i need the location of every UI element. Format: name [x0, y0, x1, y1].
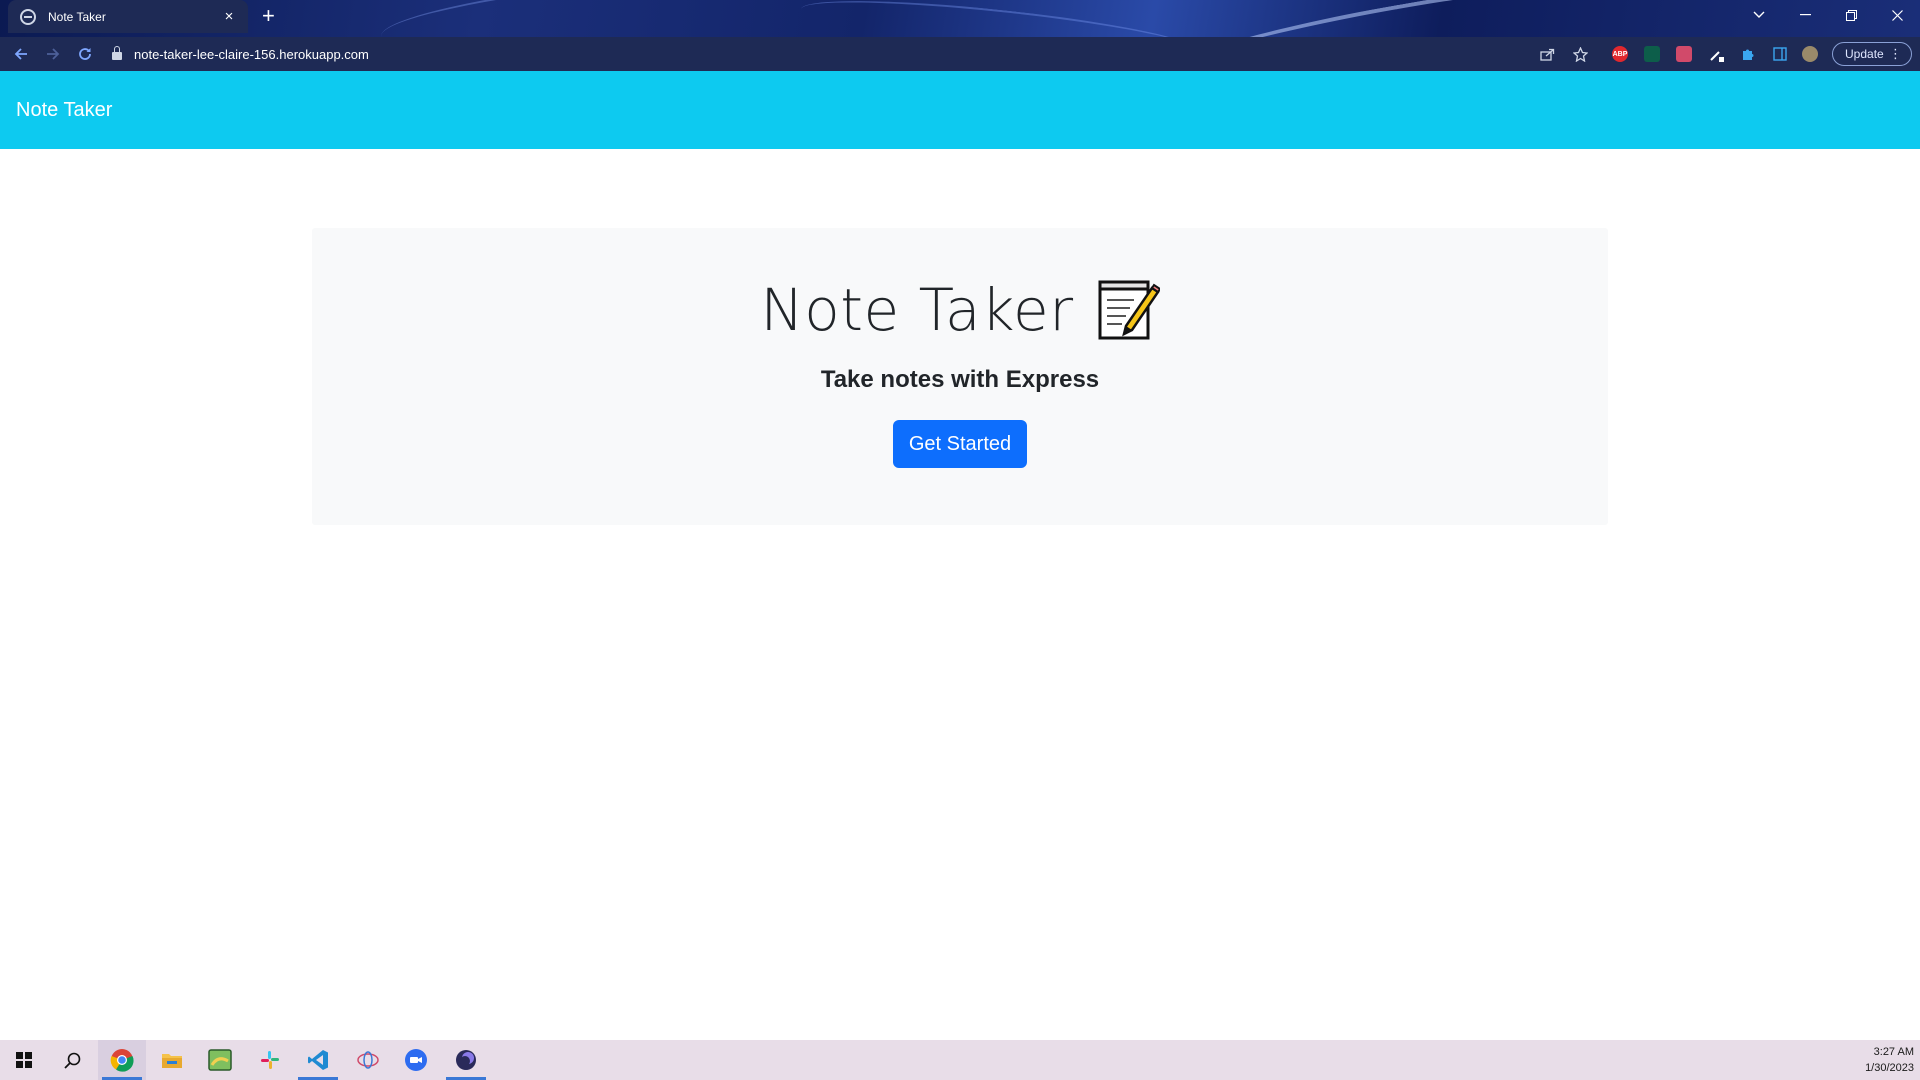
browser-titlebar: Note Taker × + [0, 0, 1920, 37]
bookmark-star-icon[interactable] [1572, 46, 1588, 62]
get-started-button[interactable]: Get Started [893, 420, 1027, 468]
search-icon[interactable] [48, 1040, 96, 1080]
reload-icon [79, 48, 91, 60]
system-clock[interactable]: 3:27 AM 1/30/2023 [1865, 1044, 1914, 1076]
menu-dots-icon[interactable]: ⋮ [1889, 46, 1902, 62]
maps-icon[interactable] [196, 1040, 244, 1080]
adblock-icon[interactable]: ABP [1612, 46, 1628, 62]
puzzle-icon[interactable] [1740, 46, 1756, 62]
tab-title: Note Taker [48, 9, 106, 24]
page-subtitle: Take notes with Express [820, 366, 1100, 393]
avatar[interactable] [1802, 46, 1818, 62]
vscode-icon[interactable] [294, 1040, 342, 1080]
tab-search-icon[interactable] [1736, 0, 1782, 30]
lock-icon [112, 46, 122, 60]
jumbotron: Note Taker Take notes with Express Get S… [312, 228, 1608, 525]
wallpaper-swoosh [1148, 0, 1652, 37]
minimize-button[interactable] [1782, 0, 1828, 30]
browser-tab[interactable]: Note Taker × [8, 0, 248, 33]
memo-icon [1098, 280, 1160, 340]
site-navbar: Note Taker [0, 71, 1920, 149]
sidepanel-icon[interactable] [1772, 46, 1788, 62]
slack-icon[interactable] [246, 1040, 294, 1080]
restore-button[interactable] [1828, 0, 1874, 30]
chrome-icon[interactable] [98, 1040, 146, 1080]
url-text[interactable]: note-taker-lee-claire-156.herokuapp.com [134, 47, 369, 62]
extension-icon[interactable] [1644, 46, 1660, 62]
browser-toolbar: note-taker-lee-claire-156.herokuapp.com … [0, 37, 1920, 71]
windows-taskbar: 3:27 AM 1/30/2023 [0, 1040, 1920, 1080]
clock-date: 1/30/2023 [1865, 1062, 1914, 1074]
clock-time: 3:27 AM [1873, 1046, 1914, 1058]
reload-button[interactable] [74, 43, 96, 65]
update-label: Update [1845, 47, 1884, 61]
close-window-button[interactable] [1874, 0, 1920, 30]
arrow-left-icon [14, 48, 27, 60]
forward-button[interactable] [42, 43, 64, 65]
globe-icon [20, 8, 36, 25]
network-icon[interactable] [344, 1040, 392, 1080]
title-row: Note Taker [760, 276, 1160, 344]
page-title: Note Taker [760, 276, 1074, 344]
back-button[interactable] [10, 43, 32, 65]
extension-icon[interactable] [1676, 46, 1692, 62]
eyedropper-icon[interactable] [1708, 46, 1724, 62]
update-button[interactable]: Update ⋮ [1832, 42, 1912, 66]
share-icon[interactable] [1539, 46, 1555, 62]
address-bar[interactable]: note-taker-lee-claire-156.herokuapp.com [112, 41, 1552, 67]
app-icon[interactable] [442, 1040, 490, 1080]
navbar-brand[interactable]: Note Taker [16, 99, 112, 122]
zoom-icon[interactable] [392, 1040, 440, 1080]
file-explorer-icon[interactable] [148, 1040, 196, 1080]
new-tab-button[interactable]: + [262, 4, 275, 28]
start-icon[interactable] [0, 1040, 48, 1080]
arrow-right-icon [47, 48, 60, 60]
close-tab-icon[interactable]: × [220, 8, 238, 25]
